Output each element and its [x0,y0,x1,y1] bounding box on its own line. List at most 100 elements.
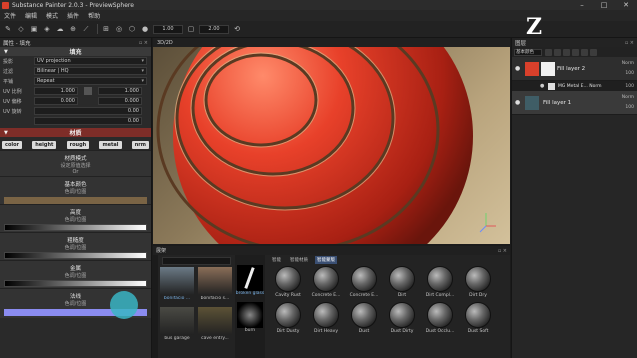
viewport-mode-label[interactable]: 3D/2D [157,40,173,46]
channel-metal-button[interactable]: metal [99,140,122,149]
panel-close-icon[interactable]: ▫ × [139,40,148,46]
eye-icon[interactable]: ● [540,83,544,89]
alpha-search-input[interactable] [235,255,265,265]
material-item[interactable]: Concrete E... [309,266,343,302]
material-section-header[interactable]: ▼ 材质 [0,128,151,137]
layer-row[interactable]: ● Fill layer 1 Norm 100 [512,91,637,115]
add-fill-layer-icon[interactable] [572,48,579,56]
panel-close-icon[interactable]: ▫ × [498,248,507,254]
brush-opacity-field[interactable]: 2.00 [199,24,229,34]
uv-offset-v-field[interactable]: 0.000 [98,97,142,105]
tab-smart-masks[interactable]: 智能蒙版 [315,255,337,264]
collapse-arrow-icon[interactable]: ▼ [4,49,8,55]
sphere-icon[interactable]: ● [140,24,150,34]
layer-row[interactable]: ● Fill layer 2 Norm 100 [512,57,637,81]
eye-icon[interactable]: ● [515,65,520,72]
material-item[interactable]: Dirt Dry [461,266,495,302]
environment-item[interactable]: cave entry... [197,307,233,347]
material-item[interactable]: Dirt [385,266,419,302]
height-block[interactable]: 高度 色调/位图 [0,204,151,232]
menu-file[interactable]: 文件 [4,11,16,20]
menu-mode[interactable]: 模式 [46,11,58,20]
base-color-swatch[interactable] [4,197,147,204]
effect-opacity[interactable]: 100 [625,84,634,89]
alpha-item[interactable]: broken glass [235,265,265,296]
blend-mode-dropdown[interactable]: 基本颜色 [514,48,542,56]
material-mode-block[interactable]: 材质模式 设定原值选择 Or [0,150,151,176]
lock-icon[interactable]: ▢ [186,24,196,34]
uv-scale-v-field[interactable]: 1.000 [98,87,142,95]
material-item[interactable]: Dirt Dusty [271,302,305,338]
environment-item[interactable]: bonifacio ... [159,267,195,307]
material-item[interactable]: Dust Dirty [385,302,419,338]
paint-brush-icon[interactable]: ✎ [3,24,13,34]
tiling-dropdown[interactable]: Repeat ▾ [34,77,147,85]
roughness-block[interactable]: 粗糙度 色调/位图 [0,232,151,260]
delete-layer-icon[interactable] [590,48,597,56]
eraser-icon[interactable]: ◇ [16,24,26,34]
menu-edit[interactable]: 编辑 [25,11,37,20]
layer-opacity[interactable]: 100 [625,105,634,110]
layer-blend-mode[interactable]: Norm [622,61,634,66]
channel-color-button[interactable]: color [2,140,23,149]
material-item[interactable]: Dust [347,302,381,338]
alpha-item[interactable]: burn [235,302,265,333]
symmetry-icon[interactable]: ⊞ [101,24,111,34]
tab-smart-materials[interactable]: 智能材质 [288,256,310,264]
layer-blend-mode[interactable]: Norm [622,95,634,100]
channel-nrm-button[interactable]: nrm [131,140,149,149]
cube-icon[interactable]: ⬡ [127,24,137,34]
add-folder-icon[interactable] [563,48,570,56]
camera-reset-icon[interactable]: ⟲ [232,24,242,34]
minimize-icon[interactable]: – [571,1,593,9]
shelf-category-bar[interactable] [153,255,158,358]
uv-rotate-field[interactable]: 0.00 [34,107,142,115]
layer-effect-row[interactable]: ● MG Metal E... Norm 100 [512,81,637,91]
material-item[interactable]: Dust Occlu... [423,302,457,338]
link-icon[interactable] [84,87,92,95]
environment-item[interactable]: bonifacio s... [197,267,233,307]
geometry-fill-icon[interactable]: ◈ [42,24,52,34]
close-icon[interactable]: ✕ [615,1,637,9]
collapse-arrow-icon[interactable]: ▼ [4,130,8,136]
material-item[interactable]: Dirt Heavy [309,302,343,338]
camera-icon[interactable]: ◎ [114,24,124,34]
add-effect-icon[interactable] [545,48,552,56]
menu-plugins[interactable]: 插件 [67,11,79,20]
fill-section-header[interactable]: ▼ 填充 [0,47,151,56]
channel-height-button[interactable]: height [32,140,57,149]
material-item[interactable]: Concrete E... [347,266,381,302]
layer-opacity[interactable]: 100 [625,71,634,76]
extra-field[interactable]: 0.00 [34,117,142,125]
material-preview [465,266,491,292]
uv-scale-u-field[interactable]: 1.000 [34,87,78,95]
projection-dropdown[interactable]: UV projection ▾ [34,57,147,65]
uv-offset-u-field[interactable]: 0.000 [34,97,78,105]
material-item[interactable]: Cavity Rust [271,266,305,302]
panel-close-icon[interactable]: ▫ × [625,40,634,46]
environment-item[interactable]: bus garage [159,307,195,347]
add-paint-layer-icon[interactable] [581,48,588,56]
menu-help[interactable]: 帮助 [88,11,100,20]
maximize-icon[interactable]: □ [593,1,615,9]
layer-mask-thumbnail[interactable] [541,61,555,76]
projection-icon[interactable]: ▣ [29,24,39,34]
roughness-slider[interactable] [4,252,147,259]
viewport-3d[interactable]: 3D/2D [153,38,510,244]
brush-size-field[interactable]: 1.00 [153,24,183,34]
filter-dropdown[interactable]: Bilinear | HQ ▾ [34,67,147,75]
eye-icon[interactable]: ● [515,99,520,106]
metallic-block[interactable]: 金属 色调/位图 [0,260,151,288]
height-slider[interactable] [4,224,147,231]
tab-smart[interactable]: 智能 [270,256,283,264]
add-mask-icon[interactable] [554,48,561,56]
material-item[interactable]: Dirt Compl... [423,266,457,302]
base-color-block[interactable]: 基本颜色 色调/位图 [0,176,151,204]
smudge-icon[interactable]: ☁ [55,24,65,34]
environment-search-input[interactable] [162,257,231,265]
picker-icon[interactable]: ⟋ [81,24,91,34]
channel-rough-button[interactable]: rough [66,140,90,149]
metallic-slider[interactable] [4,280,147,287]
material-item[interactable]: Dust Soft [461,302,495,338]
clone-icon[interactable]: ⊕ [68,24,78,34]
